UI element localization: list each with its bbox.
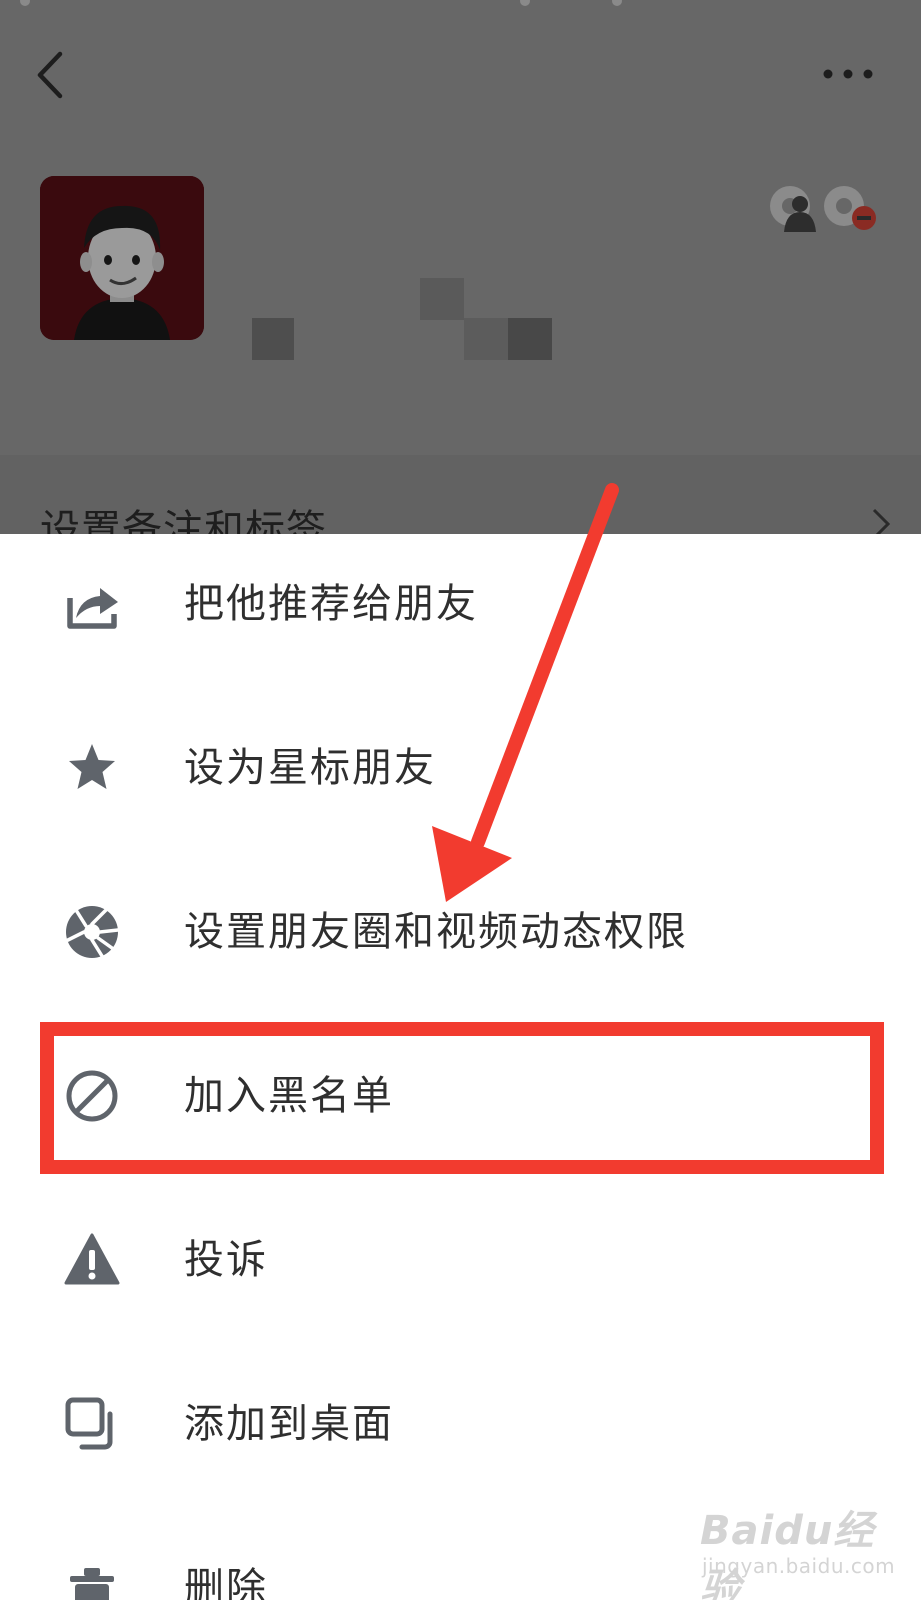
menu-item-add-to-blacklist[interactable]: 加入黑名单 bbox=[0, 1036, 921, 1156]
menu-item-report[interactable]: 投诉 bbox=[0, 1200, 921, 1320]
back-button[interactable] bbox=[30, 48, 70, 102]
cartoon-man-avatar-icon bbox=[40, 176, 204, 340]
contact-avatar[interactable] bbox=[40, 176, 204, 340]
chevron-left-icon bbox=[37, 51, 63, 99]
menu-item-moments-permission[interactable]: 设置朋友圈和视频动态权限 bbox=[0, 872, 921, 992]
watermark-brand: Baidu经验 bbox=[700, 1508, 875, 1600]
chevron-right-icon bbox=[869, 504, 893, 534]
pixelated-contact-name bbox=[464, 318, 508, 360]
add-to-desktop-icon bbox=[62, 1394, 122, 1454]
more-options-button[interactable] bbox=[820, 62, 876, 86]
pixelated-contact-name bbox=[508, 318, 552, 360]
menu-item-label: 删除 bbox=[184, 1565, 268, 1600]
watermark-url: jingyan.baidu.com bbox=[702, 1554, 896, 1578]
status-indicator bbox=[20, 0, 30, 6]
warning-icon bbox=[62, 1230, 122, 1290]
menu-item-label: 设为星标朋友 bbox=[184, 745, 436, 791]
watermark: Baidu经验 jingyan.baidu.com bbox=[700, 1498, 900, 1600]
menu-item-label: 把他推荐给朋友 bbox=[184, 581, 478, 627]
pixelated-contact-name bbox=[252, 318, 294, 360]
set-remark-and-tags-row[interactable]: 设置备注和标签 bbox=[40, 500, 880, 534]
ellipsis-icon bbox=[823, 69, 873, 79]
menu-item-label: 设置朋友圈和视频动态权限 bbox=[184, 909, 688, 955]
menu-item-add-to-desktop[interactable]: 添加到桌面 bbox=[0, 1364, 921, 1484]
menu-item-label: 加入黑名单 bbox=[184, 1073, 394, 1119]
menu-item-label: 投诉 bbox=[184, 1237, 268, 1283]
status-badges bbox=[768, 184, 878, 234]
status-indicator bbox=[612, 0, 622, 6]
share-icon bbox=[62, 574, 122, 634]
action-sheet: 把他推荐给朋友 设为星标朋友 设置朋友圈和视频动态权限 加入黑名单 投诉 添加到… bbox=[0, 534, 921, 1600]
status-indicator bbox=[520, 0, 530, 6]
menu-item-label: 添加到桌面 bbox=[184, 1401, 394, 1447]
dimmed-profile-page: 设置备注和标签 bbox=[0, 0, 921, 534]
menu-item-star[interactable]: 设为星标朋友 bbox=[0, 708, 921, 828]
star-icon bbox=[62, 738, 122, 798]
status-bar bbox=[0, 0, 921, 8]
trash-icon bbox=[62, 1558, 122, 1600]
menu-item-recommend[interactable]: 把他推荐给朋友 bbox=[0, 544, 921, 664]
block-icon bbox=[62, 1066, 122, 1126]
pixelated-contact-name bbox=[420, 278, 464, 320]
aperture-icon bbox=[62, 902, 122, 962]
moments-permission-badges-icon bbox=[770, 186, 876, 232]
